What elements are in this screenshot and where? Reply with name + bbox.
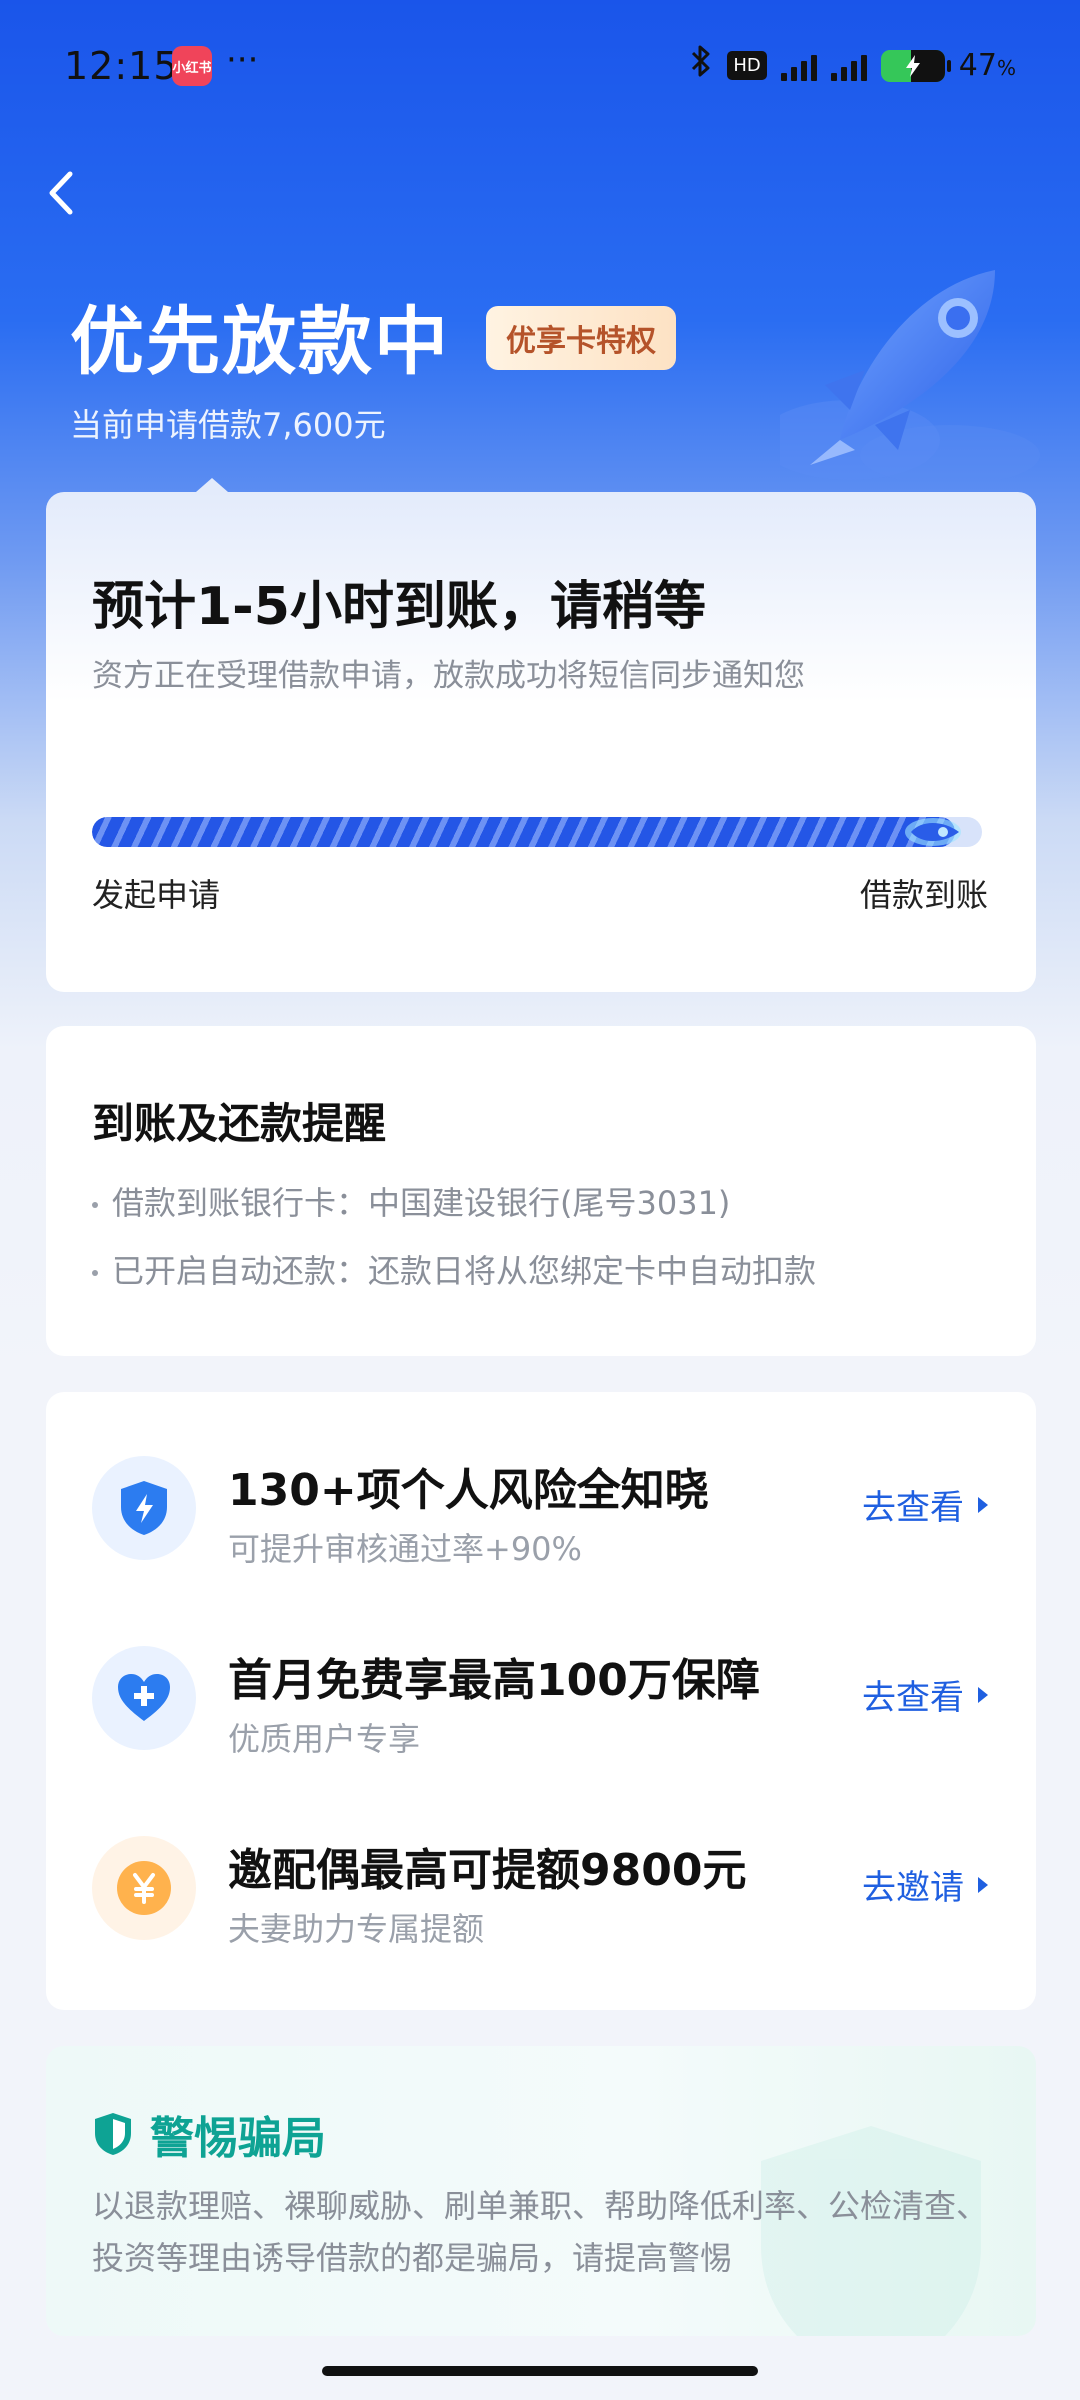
service-subtitle: 夫妻助力专属提额: [228, 1910, 485, 1948]
notification-app-label: 小红书: [172, 60, 212, 76]
signal-icon-2: [830, 51, 867, 81]
reminder-title: 到账及还款提醒: [92, 1099, 387, 1148]
progress-start-label: 发起申请: [92, 876, 221, 914]
loan-progress-card: 预计1-5小时到账，请稍等 资方正在受理借款申请，放款成功将短信同步通知您 发起…: [46, 478, 1036, 992]
fraud-warning-text: 以退款理赔、裸聊威胁、刷单兼职、帮助降低利率、公检清查、投资等理由诱导借款的都是…: [92, 2187, 989, 2277]
shield-bolt-icon: [92, 1456, 196, 1560]
rocket-illustration: [780, 270, 1040, 480]
battery-icon: [880, 49, 951, 82]
services-card: 130+项个人风险全知晓 可提升审核通过率+90% 去查看 首月免费享最高100…: [46, 1392, 1036, 2010]
heart-plus-icon: [92, 1646, 196, 1750]
eta-title: 预计1-5小时到账，请稍等: [92, 577, 706, 637]
more-notifications-icon: ···: [226, 40, 259, 80]
fraud-warning-card: 警惕骗局 以退款理赔、裸聊威胁、刷单兼职、帮助降低利率、公检清查、投资等理由诱导…: [46, 2046, 1036, 2336]
back-button[interactable]: [42, 168, 86, 228]
reminder-item-autopay: 已开启自动还款：还款日将从您绑定卡中自动扣款: [92, 1246, 816, 1292]
service-row-insurance[interactable]: 首月免费享最高100万保障 优质用户专享 去查看: [46, 1626, 1036, 1766]
status-icons: HD 47%: [689, 44, 1016, 87]
service-row-risk-report[interactable]: 130+项个人风险全知晓 可提升审核通过率+90% 去查看: [46, 1436, 1036, 1576]
chevron-left-icon: [49, 171, 73, 215]
status-bar: 12:15 小红书 ··· HD 47%: [0, 0, 1080, 130]
hd-voice-icon: HD: [727, 51, 767, 80]
home-indicator[interactable]: [322, 2366, 758, 2376]
reminder-card: 到账及还款提醒 借款到账银行卡：中国建设银行(尾号3031) 已开启自动还款：还…: [46, 1026, 1036, 1356]
card-notch: [196, 478, 228, 492]
service-subtitle: 优质用户专享: [228, 1720, 421, 1758]
page-title: 优先放款中: [70, 299, 450, 385]
bluetooth-icon: [689, 44, 713, 87]
yuan-coin-icon: [92, 1836, 196, 1940]
invite-spouse-button[interactable]: 去邀请: [862, 1860, 988, 1909]
progress-end-label: 借款到账: [859, 876, 988, 914]
notification-app-icon: 小红书: [172, 46, 212, 86]
service-title: 首月免费享最高100万保障: [228, 1655, 760, 1706]
arrow-right-icon: [978, 1496, 988, 1513]
arrow-right-icon: [978, 1876, 988, 1893]
service-row-spouse-invite[interactable]: 邀配偶最高可提额9800元 夫妻助力专属提额 去邀请: [46, 1816, 1036, 1956]
view-insurance-button[interactable]: 去查看: [862, 1670, 988, 1719]
progress-bar: [92, 817, 982, 847]
fraud-warning-title: 警惕骗局: [92, 2102, 326, 2166]
loan-amount-text: 当前申请借款7,600元: [70, 406, 386, 444]
bullet-icon: [92, 1270, 98, 1276]
view-risk-button[interactable]: 去查看: [862, 1480, 988, 1529]
reminder-item-bank: 借款到账银行卡：中国建设银行(尾号3031): [92, 1178, 730, 1224]
arrow-right-icon: [978, 1686, 988, 1703]
battery-percent: 47%: [958, 48, 1016, 83]
privilege-badge: 优享卡特权: [486, 306, 676, 370]
rocket-progress-icon: [905, 818, 962, 846]
service-title: 130+项个人风险全知晓: [228, 1465, 709, 1516]
eta-subtitle: 资方正在受理借款申请，放款成功将短信同步通知您: [92, 658, 805, 694]
progress-fill: [92, 817, 956, 847]
service-title: 邀配偶最高可提额9800元: [228, 1845, 747, 1896]
bullet-icon: [92, 1202, 98, 1208]
service-subtitle: 可提升审核通过率+90%: [228, 1530, 582, 1568]
shield-check-icon: [95, 2113, 131, 2155]
signal-icon-1: [780, 51, 817, 81]
clock: 12:15: [64, 44, 179, 88]
